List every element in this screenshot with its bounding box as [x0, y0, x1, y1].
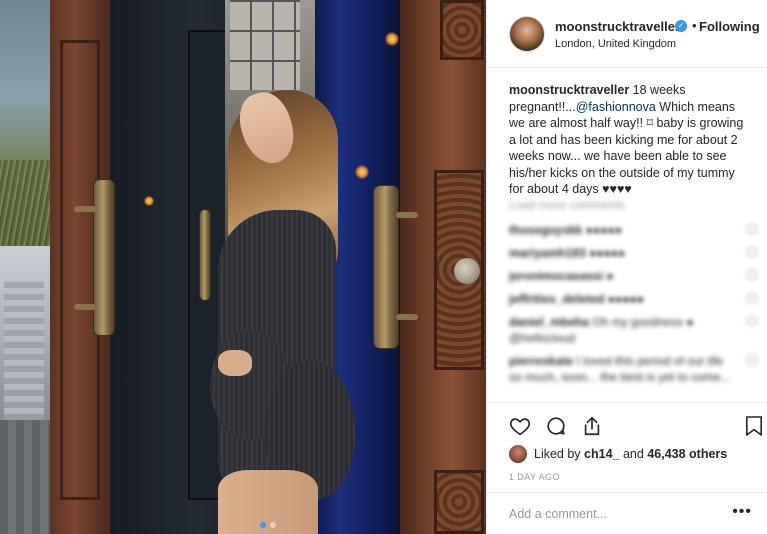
user-avatar[interactable] [509, 16, 545, 52]
likes-text: Liked by ch14_ and 46,438 others [534, 447, 727, 461]
bookmark-icon[interactable] [745, 415, 763, 437]
comment-row: daniel_mbeha Oh my goodness ● @helloclou… [509, 314, 757, 346]
post-details-panel: moonstrucktraveller ✓ • Following London… [486, 0, 767, 534]
door-knob [454, 258, 480, 284]
add-comment-bar: ••• [487, 492, 767, 534]
caption-mention[interactable]: @fashionnova [576, 100, 656, 114]
woman-hand [218, 350, 252, 376]
post-timestamp[interactable]: 1 DAY AGO [509, 472, 560, 482]
right-wooden-door [400, 0, 486, 534]
comment-text: ●●●●● [607, 292, 644, 306]
post-header: moonstrucktraveller ✓ • Following London… [487, 0, 767, 68]
comment-text: ●●●●● [585, 223, 622, 237]
lamp-light [355, 165, 369, 179]
building-area [4, 280, 44, 420]
door-handle [200, 210, 210, 300]
heart-icon[interactable] [509, 415, 531, 437]
carousel-dot[interactable] [270, 522, 276, 528]
lamp-light [144, 196, 154, 206]
comment-row: jeronimocasassi ● [509, 268, 757, 284]
window [230, 0, 300, 90]
door-handle [94, 180, 114, 335]
add-comment-input[interactable] [509, 505, 729, 523]
load-more-comments[interactable]: Load more comments [509, 198, 757, 212]
post-image[interactable] [50, 0, 486, 534]
comment-username[interactable]: jeffrities_deleted [509, 292, 604, 306]
post-caption: moonstrucktraveller 18 weeks pregnant!!.… [509, 82, 749, 198]
comment-text: ●●●●● [589, 246, 626, 260]
carousel-indicator [50, 522, 486, 528]
caption-username[interactable]: moonstrucktraveller [509, 83, 629, 97]
comment-username[interactable]: daniel_mbeha [509, 315, 589, 329]
comment-text: ● [606, 269, 614, 283]
comment-username[interactable]: pierreskate [509, 354, 573, 368]
comment-username[interactable]: thoseguyskk [509, 223, 582, 237]
liker-avatar[interactable] [509, 445, 527, 463]
door-handle [374, 186, 398, 348]
comment-like-icon[interactable] [747, 247, 757, 257]
comment-row: mariyamh183 ●●●●● [509, 245, 757, 261]
street-area [0, 420, 50, 534]
previous-post-image[interactable] [0, 0, 50, 534]
carousel-dot[interactable] [260, 522, 266, 528]
likes-count[interactable]: 46,438 others [647, 447, 727, 461]
likes-prefix: Liked by [534, 447, 581, 461]
comments-list: Load more comments thoseguyskk ●●●●● mar… [509, 198, 757, 392]
handle-bracket [396, 212, 418, 218]
header-separator: • [692, 18, 697, 33]
more-options-icon[interactable]: ••• [732, 503, 752, 521]
comment-like-icon[interactable] [747, 355, 757, 365]
lamp-light [385, 32, 399, 46]
comment-like-icon[interactable] [747, 270, 757, 280]
liker-username[interactable]: ch14_ [584, 447, 619, 461]
carved-panel [440, 0, 484, 60]
handle-bracket [74, 206, 96, 212]
handle-bracket [74, 304, 96, 310]
location-link[interactable]: London, United Kingdom [555, 38, 676, 50]
comment-like-icon[interactable] [747, 316, 757, 326]
comment-row: jeffrities_deleted ●●●●● [509, 291, 757, 307]
verified-badge-icon: ✓ [675, 20, 687, 32]
comment-username[interactable]: jeronimocasassi [509, 269, 603, 283]
comment-like-icon[interactable] [747, 224, 757, 234]
comment-like-icon[interactable] [747, 293, 757, 303]
comment-row: thoseguyskk ●●●●● [509, 222, 757, 238]
grass-area [0, 160, 50, 246]
comment-row: pierreskate I loved this period of our l… [509, 353, 757, 385]
username-link[interactable]: moonstrucktraveller [555, 19, 680, 34]
likes-middle: and [622, 447, 644, 461]
handle-bracket [396, 314, 418, 320]
following-button[interactable]: Following [699, 19, 760, 34]
comment-username[interactable]: mariyamh183 [509, 246, 586, 260]
comment-icon[interactable] [545, 415, 567, 437]
action-bar [487, 402, 767, 442]
share-icon[interactable] [581, 415, 603, 437]
